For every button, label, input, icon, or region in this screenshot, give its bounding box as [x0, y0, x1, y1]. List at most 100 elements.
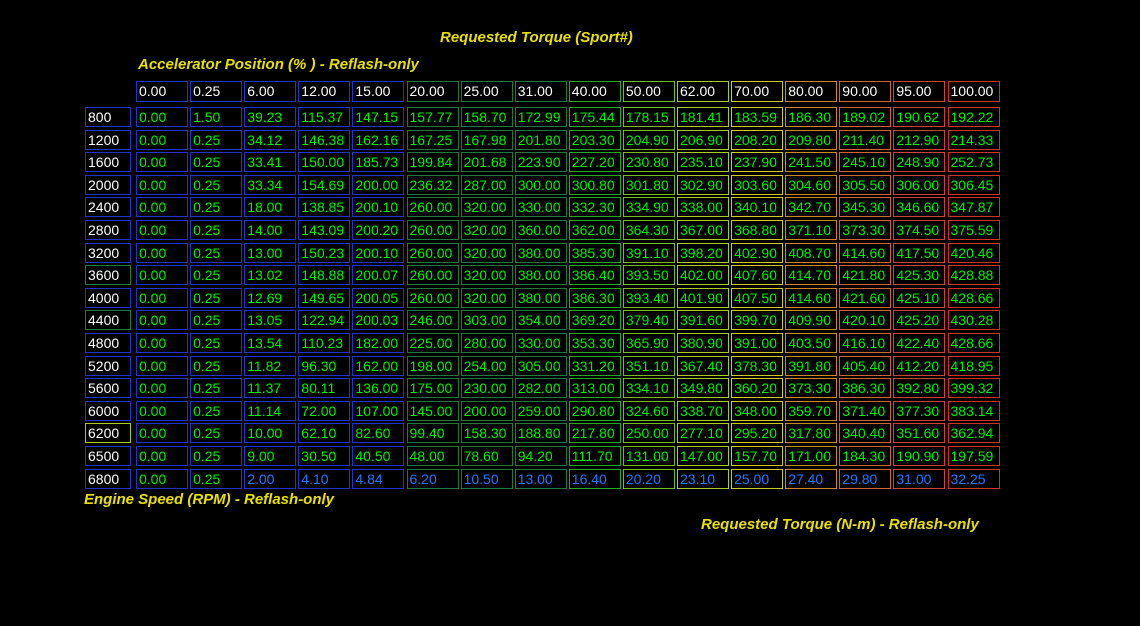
table-cell[interactable]: 2.00: [244, 468, 297, 489]
table-cell[interactable]: 200.00: [460, 400, 513, 421]
table-cell[interactable]: 277.10: [677, 423, 729, 444]
table-cell[interactable]: 414.60: [785, 287, 838, 308]
table-cell[interactable]: 6.20: [406, 468, 459, 489]
table-cell[interactable]: 162.00: [352, 355, 405, 376]
table-cell[interactable]: 402.00: [677, 265, 729, 286]
table-cell[interactable]: 334.10: [622, 378, 675, 399]
table-cell[interactable]: 0.25: [190, 220, 243, 240]
table-cell[interactable]: 338.70: [677, 400, 729, 421]
table-cell[interactable]: 250.00: [622, 423, 675, 444]
table-cell[interactable]: 313.00: [568, 378, 621, 399]
table-cell[interactable]: 201.80: [514, 129, 567, 150]
row-header[interactable]: 2800: [85, 220, 131, 240]
table-cell[interactable]: 362.94: [947, 423, 1000, 444]
table-cell[interactable]: 184.30: [839, 446, 892, 466]
column-header[interactable]: 15.00: [352, 81, 405, 102]
table-cell[interactable]: 260.00: [406, 197, 459, 218]
table-cell[interactable]: 158.70: [460, 107, 513, 127]
table-cell[interactable]: 11.82: [244, 355, 297, 376]
table-cell[interactable]: 304.60: [785, 174, 838, 195]
table-cell[interactable]: 320.00: [460, 220, 513, 240]
table-cell[interactable]: 347.87: [947, 197, 1000, 218]
table-cell[interactable]: 375.59: [947, 220, 1000, 240]
table-cell[interactable]: 245.10: [839, 152, 892, 173]
table-cell[interactable]: 393.50: [622, 265, 675, 286]
table-cell[interactable]: 33.34: [244, 174, 297, 195]
column-header[interactable]: 62.00: [677, 81, 729, 102]
table-cell[interactable]: 371.40: [839, 400, 892, 421]
table-cell[interactable]: 430.28: [947, 310, 1000, 331]
table-cell[interactable]: 0.25: [190, 152, 243, 173]
table-cell[interactable]: 0.00: [136, 197, 188, 218]
table-cell[interactable]: 403.50: [785, 333, 838, 353]
table-cell[interactable]: 421.60: [839, 287, 892, 308]
table-cell[interactable]: 280.00: [460, 333, 513, 353]
table-cell[interactable]: 422.40: [893, 333, 946, 353]
table-cell[interactable]: 190.62: [893, 107, 946, 127]
table-cell[interactable]: 136.00: [352, 378, 405, 399]
column-header[interactable]: 100.00: [947, 81, 1000, 102]
table-cell[interactable]: 425.10: [893, 287, 946, 308]
table-cell[interactable]: 331.20: [568, 355, 621, 376]
column-header[interactable]: 70.00: [731, 81, 784, 102]
table-cell[interactable]: 301.80: [622, 174, 675, 195]
column-header[interactable]: 12.00: [298, 81, 351, 102]
table-cell[interactable]: 18.00: [244, 197, 297, 218]
table-cell[interactable]: 0.00: [136, 468, 188, 489]
table-cell[interactable]: 82.60: [352, 423, 405, 444]
table-cell[interactable]: 0.00: [136, 400, 188, 421]
table-cell[interactable]: 13.02: [244, 265, 297, 286]
table-cell[interactable]: 192.22: [947, 107, 1000, 127]
table-cell[interactable]: 380.00: [514, 242, 567, 263]
table-cell[interactable]: 380.00: [514, 287, 567, 308]
table-cell[interactable]: 365.90: [622, 333, 675, 353]
table-cell[interactable]: 31.00: [893, 468, 946, 489]
table-cell[interactable]: 227.20: [568, 152, 621, 173]
table-cell[interactable]: 0.00: [136, 333, 188, 353]
row-header[interactable]: 4000: [85, 287, 131, 308]
table-cell[interactable]: 150.00: [298, 152, 351, 173]
table-cell[interactable]: 147.00: [677, 446, 729, 466]
table-cell[interactable]: 330.00: [514, 333, 567, 353]
table-cell[interactable]: 189.02: [839, 107, 892, 127]
table-cell[interactable]: 237.90: [731, 152, 784, 173]
table-cell[interactable]: 167.98: [460, 129, 513, 150]
table-cell[interactable]: 386.30: [839, 378, 892, 399]
table-cell[interactable]: 349.80: [677, 378, 729, 399]
table-cell[interactable]: 417.50: [893, 242, 946, 263]
table-cell[interactable]: 380.90: [677, 333, 729, 353]
table-cell[interactable]: 421.80: [839, 265, 892, 286]
table-cell[interactable]: 138.85: [298, 197, 351, 218]
table-cell[interactable]: 0.00: [136, 107, 188, 127]
table-cell[interactable]: 338.00: [677, 197, 729, 218]
table-cell[interactable]: 217.80: [568, 423, 621, 444]
table-cell[interactable]: 324.60: [622, 400, 675, 421]
table-cell[interactable]: 27.40: [785, 468, 838, 489]
table-cell[interactable]: 200.03: [352, 310, 405, 331]
column-header[interactable]: 0.25: [190, 81, 243, 102]
table-cell[interactable]: 392.80: [893, 378, 946, 399]
table-cell[interactable]: 13.00: [514, 468, 567, 489]
table-cell[interactable]: 248.90: [893, 152, 946, 173]
table-cell[interactable]: 260.00: [406, 220, 459, 240]
table-cell[interactable]: 0.00: [136, 378, 188, 399]
table-cell[interactable]: 377.30: [893, 400, 946, 421]
row-header[interactable]: 6000: [85, 400, 131, 421]
table-cell[interactable]: 78.60: [460, 446, 513, 466]
table-cell[interactable]: 0.25: [190, 355, 243, 376]
table-cell[interactable]: 30.50: [298, 446, 351, 466]
table-cell[interactable]: 211.40: [839, 129, 892, 150]
table-cell[interactable]: 368.80: [731, 220, 784, 240]
table-cell[interactable]: 246.00: [406, 310, 459, 331]
table-cell[interactable]: 420.46: [947, 242, 1000, 263]
table-cell[interactable]: 200.10: [352, 242, 405, 263]
table-cell[interactable]: 428.66: [947, 333, 1000, 353]
table-cell[interactable]: 373.30: [839, 220, 892, 240]
table-cell[interactable]: 306.45: [947, 174, 1000, 195]
table-cell[interactable]: 360.00: [514, 220, 567, 240]
table-cell[interactable]: 386.40: [568, 265, 621, 286]
column-header[interactable]: 40.00: [568, 81, 621, 102]
table-cell[interactable]: 200.20: [352, 220, 405, 240]
row-header[interactable]: 2000: [85, 174, 131, 195]
table-cell[interactable]: 209.80: [785, 129, 838, 150]
